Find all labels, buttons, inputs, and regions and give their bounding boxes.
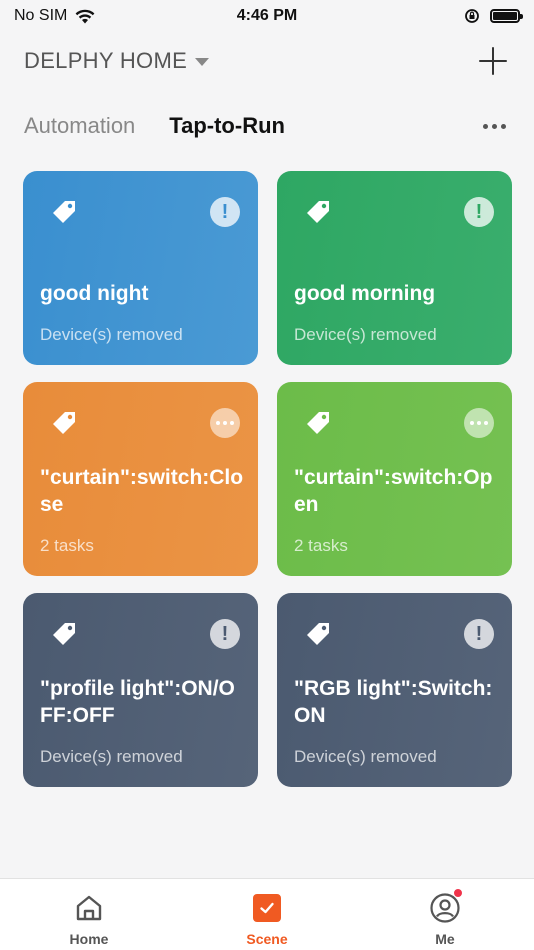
tag-icon bbox=[307, 201, 329, 223]
scene-subtitle: Device(s) removed bbox=[294, 747, 437, 766]
status-bar: No SIM 4:46 PM bbox=[0, 0, 534, 32]
tag-icon bbox=[307, 623, 329, 645]
warning-icon[interactable]: ! bbox=[210, 619, 240, 649]
scene-card[interactable]: "curtain":switch:Open 2 tasks bbox=[277, 382, 512, 576]
scene-name: "curtain":switch:Close bbox=[40, 466, 244, 516]
tag-icon bbox=[53, 201, 75, 223]
scene-card[interactable]: ! "profile light":ON/OFF:OFF Device(s) r… bbox=[23, 593, 258, 787]
battery-icon bbox=[490, 9, 523, 23]
status-left: No SIM bbox=[14, 7, 95, 25]
nav-item-scene[interactable]: Scene bbox=[207, 879, 327, 947]
scene-grid: ! good night Device(s) removed ! good mo… bbox=[23, 171, 512, 787]
notification-badge bbox=[453, 888, 463, 898]
scene-subtitle: Device(s) removed bbox=[40, 325, 183, 344]
home-selector[interactable]: DELPHY HOME bbox=[24, 48, 210, 74]
tab-tap-to-run[interactable]: Tap-to-Run bbox=[169, 113, 285, 139]
nav-label: Me bbox=[435, 931, 455, 947]
warning-icon[interactable]: ! bbox=[464, 197, 494, 227]
caret-down-icon bbox=[195, 58, 210, 66]
status-right bbox=[464, 8, 523, 24]
scene-subtitle: 2 tasks bbox=[40, 536, 94, 555]
rotation-lock-icon bbox=[465, 9, 479, 23]
scene-name: good morning bbox=[294, 282, 436, 305]
ellipsis-dot bbox=[483, 123, 488, 129]
scene-tabs: Automation Tap-to-Run bbox=[0, 106, 534, 146]
tag-icon bbox=[307, 412, 329, 434]
scene-name: "RGB light":Switch:ON bbox=[294, 677, 493, 727]
scene-subtitle: Device(s) removed bbox=[294, 325, 437, 344]
scene-card[interactable]: ! good night Device(s) removed bbox=[23, 171, 258, 365]
ellipsis-dot bbox=[492, 123, 497, 129]
ellipsis-dot bbox=[501, 123, 506, 129]
carrier-label: No SIM bbox=[14, 7, 68, 24]
wifi-icon bbox=[75, 9, 95, 23]
nav-item-me[interactable]: Me bbox=[385, 879, 505, 947]
tab-automation[interactable]: Automation bbox=[24, 113, 135, 139]
scene-card[interactable]: ! good morning Device(s) removed bbox=[277, 171, 512, 365]
warning-icon[interactable]: ! bbox=[464, 619, 494, 649]
warning-icon[interactable]: ! bbox=[210, 197, 240, 227]
tag-icon bbox=[53, 412, 75, 434]
scene-icon bbox=[250, 891, 284, 925]
nav-label: Home bbox=[69, 931, 109, 947]
scene-name: "curtain":switch:Open bbox=[294, 466, 493, 516]
ellipsis-icon[interactable] bbox=[210, 408, 240, 438]
nav-item-home[interactable]: Home bbox=[29, 879, 149, 947]
profile-icon bbox=[428, 888, 463, 925]
home-icon bbox=[72, 891, 106, 925]
scene-subtitle: 2 tasks bbox=[294, 536, 348, 555]
scene-name: good night bbox=[40, 282, 149, 305]
scene-name: "profile light":ON/OFF:OFF bbox=[40, 677, 235, 727]
add-scene-button[interactable] bbox=[476, 44, 510, 78]
home-name: DELPHY HOME bbox=[24, 48, 188, 73]
nav-label: Scene bbox=[246, 931, 288, 947]
scene-card[interactable]: "curtain":switch:Close 2 tasks bbox=[23, 382, 258, 576]
bottom-nav: Home Scene Me bbox=[0, 878, 534, 950]
tag-icon bbox=[53, 623, 75, 645]
scene-subtitle: Device(s) removed bbox=[40, 747, 183, 766]
header: DELPHY HOME bbox=[0, 38, 534, 84]
ellipsis-icon[interactable] bbox=[464, 408, 494, 438]
more-options-button[interactable] bbox=[479, 118, 510, 135]
scene-card[interactable]: ! "RGB light":Switch:ON Device(s) remove… bbox=[277, 593, 512, 787]
